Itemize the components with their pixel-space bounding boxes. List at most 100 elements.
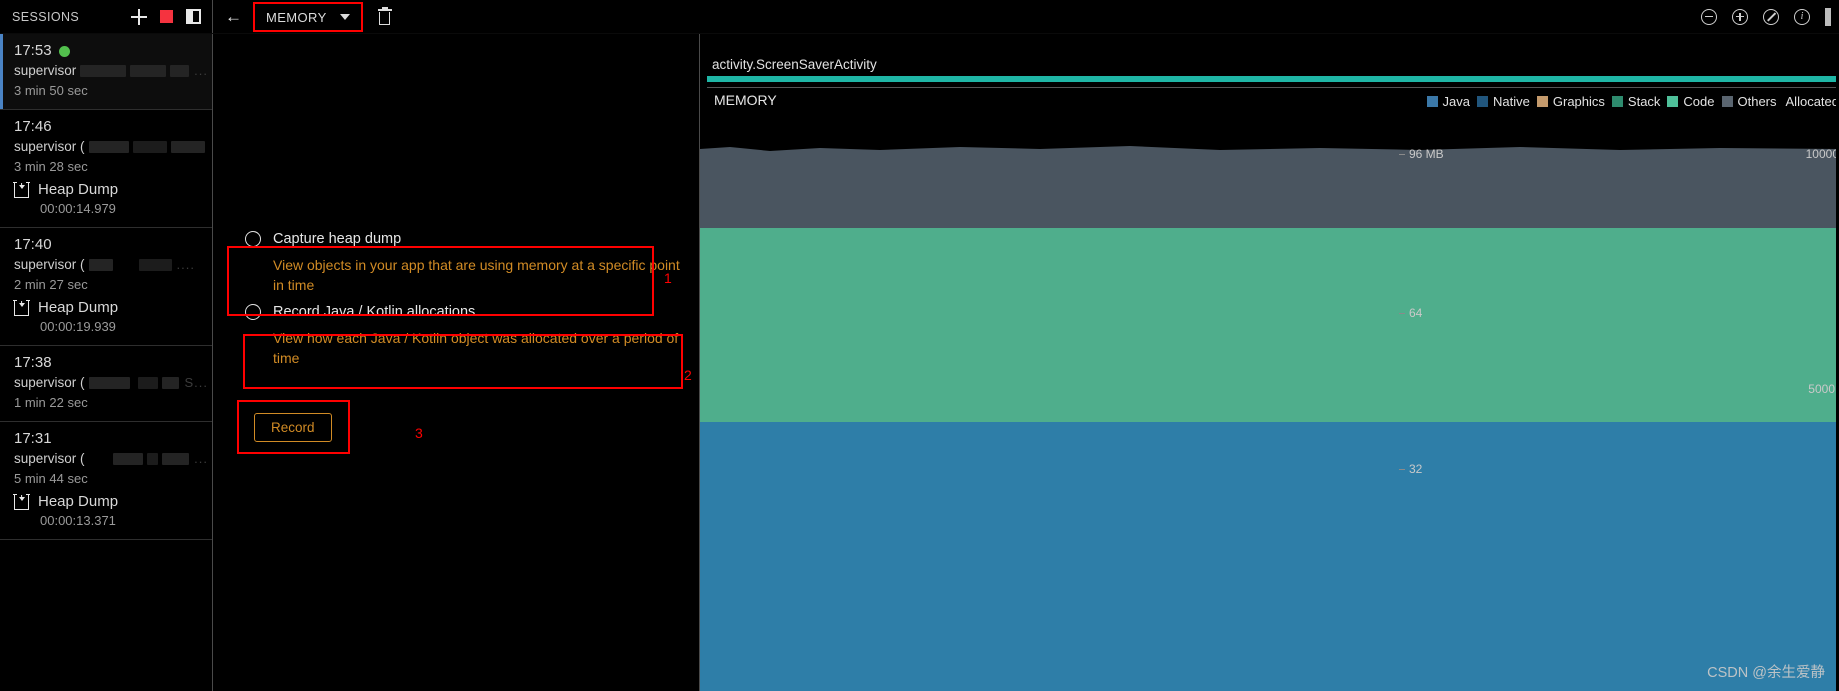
- session-item[interactable]: 17:38 supervisor ( S... 1 min 22 sec: [0, 346, 212, 422]
- session-overflow-ellipsis: S...: [184, 375, 208, 390]
- session-time: 17:40: [14, 236, 52, 253]
- sessions-panel[interactable]: 17:53 supervisor ... 3 min 50 sec 17:46: [0, 34, 213, 691]
- trash-icon: [377, 6, 392, 25]
- session-item[interactable]: 17:40 supervisor ( .... 2 min 27 sec Hea…: [0, 228, 212, 346]
- session-process: supervisor (: [14, 375, 85, 390]
- session-duration: 2 min 27 sec: [14, 277, 88, 292]
- back-button[interactable]: ←: [213, 0, 253, 33]
- redacted-block: [88, 377, 130, 389]
- legend-label: Others: [1737, 94, 1777, 109]
- sessions-actions: [131, 8, 212, 25]
- heap-dump-time: 00:00:13.371: [40, 513, 116, 528]
- chart-divider: [707, 87, 1839, 88]
- session-duration: 5 min 44 sec: [14, 471, 88, 486]
- legend-item-native[interactable]: Native: [1477, 94, 1530, 109]
- redacted-block: [129, 65, 167, 77]
- y2-axis-tick-5000: 5000: [1808, 382, 1835, 396]
- session-time-row: 17:40: [0, 235, 212, 255]
- session-process-row: supervisor ( ....: [0, 255, 212, 275]
- heap-dump-label: Heap Dump: [38, 299, 119, 316]
- redacted-block: [88, 141, 129, 153]
- record-allocations-header[interactable]: Record Java / Kotlin allocations: [227, 295, 693, 326]
- legend-swatch-icon: [1477, 96, 1489, 107]
- session-overflow-ellipsis: ...: [194, 63, 208, 78]
- delete-session-button[interactable]: [363, 0, 392, 33]
- zoom-in-icon[interactable]: [1732, 8, 1748, 25]
- top-toolbar: SESSIONS ← MEMORY i: [0, 0, 1839, 34]
- capture-heap-dump-option[interactable]: Capture heap dump View objects in your a…: [227, 222, 693, 295]
- y2-axis-tick-10000: 10000: [1805, 147, 1839, 161]
- legend-label: Code: [1683, 94, 1715, 109]
- legend-item-stack[interactable]: Stack: [1611, 94, 1661, 109]
- session-process-row: supervisor (: [0, 137, 212, 157]
- redacted-block: [146, 453, 158, 465]
- chart-header: MEMORY Java Native Graphics Stack Code O…: [707, 92, 1839, 109]
- heap-dump-time: 00:00:14.979: [40, 201, 116, 216]
- capture-heap-dump-header[interactable]: Capture heap dump: [227, 222, 693, 253]
- record-button[interactable]: Record: [254, 413, 332, 442]
- legend-item-java[interactable]: Java: [1426, 94, 1471, 109]
- legend-item-allocated[interactable]: Allocated: [1786, 94, 1839, 109]
- heap-dump-artifact[interactable]: Heap Dump: [0, 177, 212, 198]
- session-time: 17:31: [14, 430, 52, 447]
- legend-item-others[interactable]: Others: [1721, 94, 1777, 109]
- zoom-out-icon[interactable]: [1701, 8, 1717, 25]
- legend-swatch-icon: [1611, 96, 1623, 107]
- legend-swatch-icon: [1536, 96, 1548, 107]
- split-panel-icon[interactable]: [186, 9, 201, 24]
- legend-swatch-icon: [1426, 96, 1438, 107]
- session-time-row: 17:46: [0, 117, 212, 137]
- main-body: 17:53 supervisor ... 3 min 50 sec 17:46: [0, 34, 1839, 691]
- legend-label: Stack: [1627, 94, 1661, 109]
- stage-label: MEMORY: [266, 9, 327, 25]
- redacted-block: [170, 141, 205, 153]
- annotation-number-3: 3: [415, 425, 423, 441]
- chart-title: MEMORY: [714, 92, 777, 108]
- session-item[interactable]: 17:53 supervisor ... 3 min 50 sec: [0, 34, 212, 110]
- session-duration: 3 min 50 sec: [14, 83, 88, 98]
- memory-chart-panel[interactable]: activity.ScreenSaverActivity MEMORY Java…: [700, 34, 1839, 691]
- session-time: 17:46: [14, 118, 52, 135]
- session-item[interactable]: 17:46 supervisor ( 3 min 28 sec Heap Dum…: [0, 110, 212, 228]
- stop-record-icon[interactable]: [160, 10, 173, 23]
- session-process: supervisor: [14, 63, 77, 78]
- session-time-row: 17:38: [0, 353, 212, 373]
- radio-unchecked-icon[interactable]: [245, 231, 261, 247]
- legend-label: Java: [1442, 94, 1471, 109]
- legend-label: Allocated: [1785, 94, 1839, 109]
- legend-item-graphics[interactable]: Graphics: [1536, 94, 1605, 109]
- session-duration: 3 min 28 sec: [14, 159, 88, 174]
- heap-dump-icon: [13, 181, 30, 198]
- stage-selector[interactable]: MEMORY: [253, 2, 363, 32]
- redacted-block: [80, 65, 126, 77]
- watermark: CSDN @余生爱静: [1707, 665, 1825, 681]
- legend-item-code[interactable]: Code: [1667, 94, 1715, 109]
- legend-swatch-icon: [1721, 96, 1733, 107]
- redacted-block: [132, 141, 167, 153]
- legend-label: Graphics: [1552, 94, 1605, 109]
- capture-options: Capture heap dump View objects in your a…: [227, 222, 693, 454]
- legend-label: Native: [1493, 94, 1530, 109]
- record-allocations-label: Record Java / Kotlin allocations: [273, 304, 476, 320]
- chart-legend: Java Native Graphics Stack Code Others A…: [1426, 92, 1839, 109]
- record-allocations-description: View how each Java / Kotlin object was a…: [273, 330, 679, 366]
- attach-live-icon[interactable]: [1825, 7, 1831, 26]
- back-arrow-icon: ←: [225, 7, 242, 26]
- heap-dump-artifact[interactable]: Heap Dump: [0, 489, 212, 510]
- annotation-number-2: 2: [684, 367, 692, 383]
- session-overflow-ellipsis: ...: [194, 451, 208, 466]
- redacted-block: [162, 377, 180, 389]
- heap-dump-artifact[interactable]: Heap Dump: [0, 295, 212, 316]
- redacted-block: [170, 65, 190, 77]
- reset-zoom-icon[interactable]: [1763, 8, 1779, 25]
- session-process-row: supervisor ( ...: [0, 449, 212, 469]
- record-allocations-option[interactable]: Record Java / Kotlin allocations View ho…: [227, 295, 693, 368]
- info-icon[interactable]: i: [1794, 8, 1810, 25]
- plus-icon[interactable]: [131, 8, 147, 25]
- heap-dump-label: Heap Dump: [38, 493, 119, 510]
- session-process-row: supervisor ...: [0, 61, 212, 81]
- session-process: supervisor (: [14, 257, 85, 272]
- session-item[interactable]: 17:31 supervisor ( ... 5 min 44 sec Heap…: [0, 422, 212, 540]
- radio-unchecked-icon[interactable]: [245, 304, 261, 320]
